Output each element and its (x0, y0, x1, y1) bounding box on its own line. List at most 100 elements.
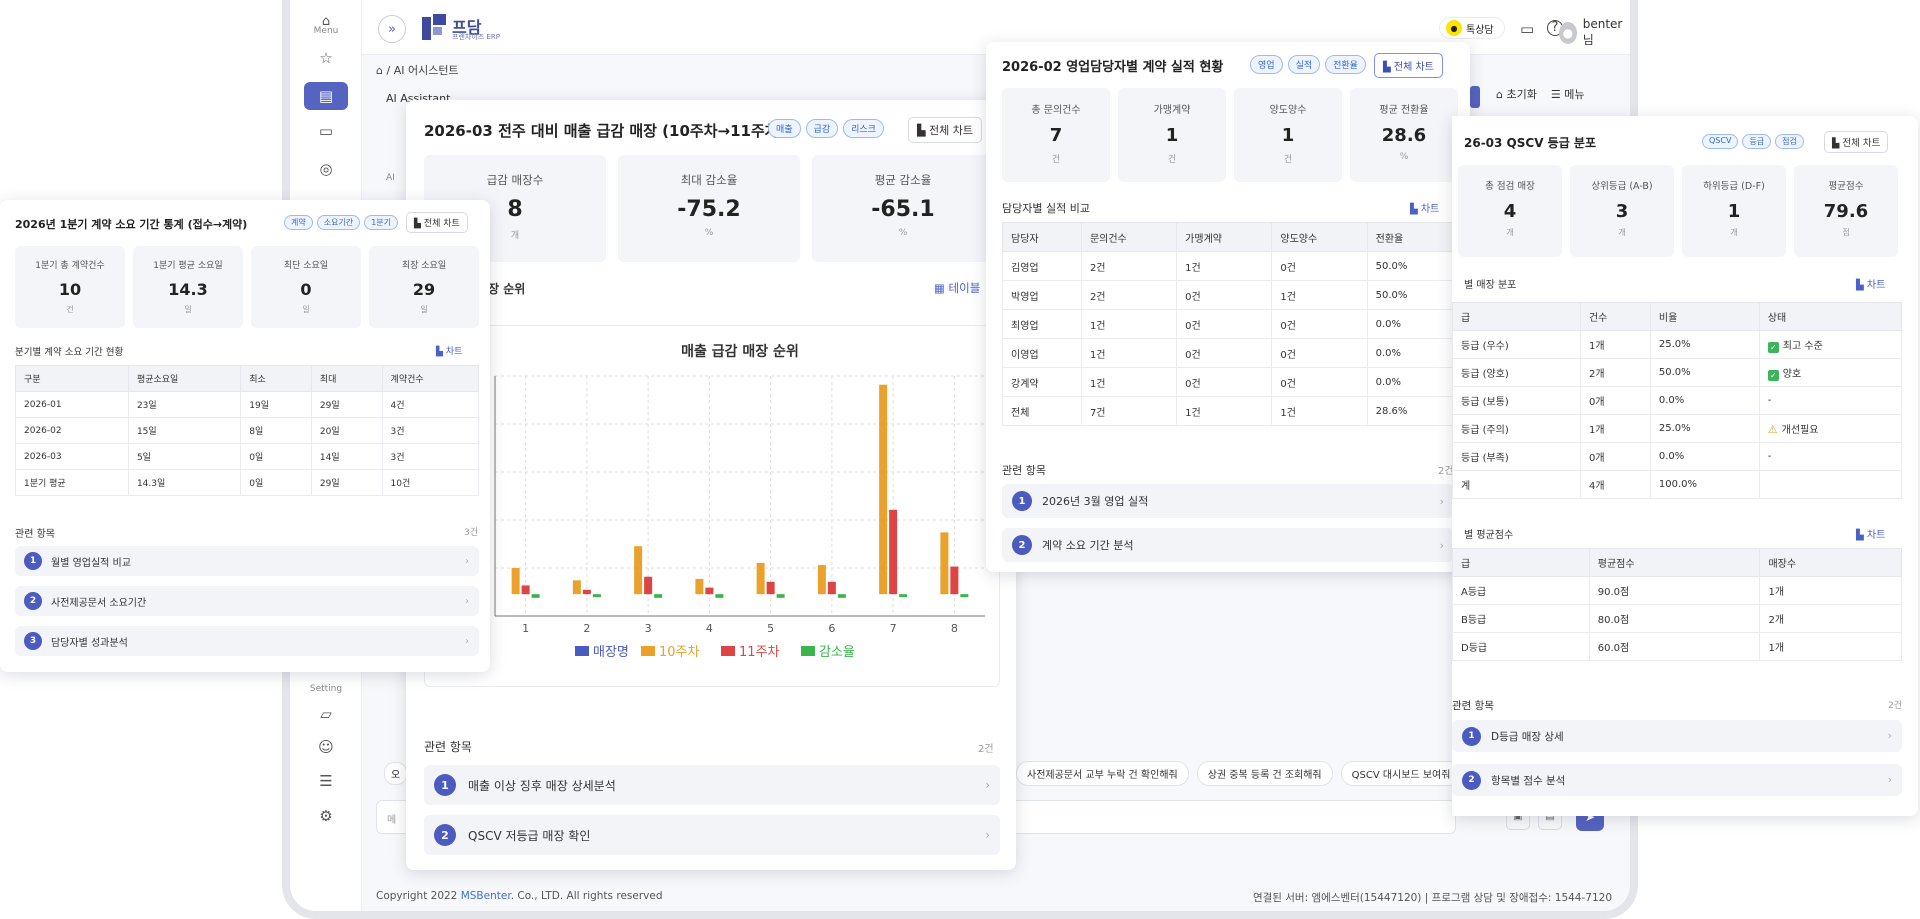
tag[interactable]: 영업 (1250, 55, 1283, 74)
item-number: 2 (434, 824, 456, 846)
related-item[interactable]: 2 항목별 점수 분석 › (1452, 764, 1902, 796)
related-item[interactable]: 1 2026년 3월 영업 실적 › (1002, 484, 1454, 518)
full-chart-button[interactable]: ▙ 전체 차트 (406, 212, 468, 233)
table-cell: 0건 (1271, 251, 1368, 281)
suggestion-chip[interactable]: 상권 중복 등록 건 조회해줘 (1196, 761, 1333, 786)
full-chart-button[interactable]: ▙ 전체 차트 (1374, 53, 1443, 78)
table-row: 1분기 평균 14.3일 0일 29일 10건 (15, 469, 480, 496)
related-item-label: 월별 영업실적 비교 (51, 557, 131, 569)
kpi-label: 1분기 총 계약건수 (35, 261, 105, 271)
bar (531, 594, 540, 598)
bar (634, 546, 643, 595)
chart-toggle-button[interactable]: ▙ 차트 (1856, 526, 1885, 541)
related-item[interactable]: 1 월별 영업실적 비교 › (15, 546, 479, 576)
chart-toggle-button[interactable]: ▙ 차트 (1410, 200, 1439, 215)
table-toggle-label: 테이블 (948, 281, 981, 295)
talk-consult-button[interactable]: ● 톡상담 (1439, 17, 1505, 39)
related-item[interactable]: 2 사전제공문서 소요기간 › (15, 586, 479, 616)
legend-swatch (575, 646, 589, 656)
kpi-label: 최단 소요일 (283, 261, 329, 271)
full-chart-button[interactable]: ▙ 전체 차트 (1824, 131, 1889, 153)
contract-period-card: 2026년 1분기 계약 소요 기간 통계 (접수→계약) 계약 소요기간 1분… (0, 200, 490, 672)
full-chart-button[interactable]: ▙ 전체 차트 (908, 117, 982, 143)
item-number: 1 (24, 552, 42, 570)
monitor-icon[interactable]: ▭ (304, 117, 348, 145)
tag[interactable]: 급감 (805, 119, 839, 138)
kpi-value: 4 (1503, 201, 1517, 222)
suggestion-chip[interactable]: 오 (384, 762, 408, 785)
bar (695, 578, 704, 595)
item-number: 2 (1462, 770, 1481, 790)
table-cell: 50.0% (1649, 358, 1760, 387)
expand-sidebar-button[interactable]: » (378, 15, 406, 43)
location-icon[interactable]: ◎ (304, 155, 348, 183)
tag[interactable]: 리스크 (843, 119, 884, 138)
column-header: 가맹계약 (1176, 222, 1273, 252)
kpi-card: 1분기 평균 소요일 14.3 일 (133, 246, 243, 328)
table-cell: 강계약 (1002, 367, 1082, 397)
kpi-card: 평균 감소율 -65.1% (812, 155, 994, 262)
tag[interactable]: 소요기간 (316, 215, 361, 230)
footer-brand[interactable]: MSBenter (461, 890, 511, 902)
tag[interactable]: 1분기 (364, 215, 398, 230)
bar (827, 581, 836, 595)
kpi-value: -75.2 (677, 197, 741, 222)
related-item[interactable]: 3 담당자별 성과분석 › (15, 626, 479, 656)
chart-toggle-button[interactable]: ▙ 차트 (436, 344, 462, 357)
related-item[interactable]: 1 매출 이상 징후 매장 상세분석 › (424, 765, 1000, 805)
table-cell: 2건 (1080, 280, 1178, 310)
monitor-icon[interactable]: ▭ (1520, 20, 1534, 38)
chart-toggle-button[interactable]: ▙ 차트 (1856, 276, 1885, 291)
table-cell: 1건 (1176, 251, 1273, 281)
tag[interactable]: 매출 (768, 119, 801, 138)
document-icon[interactable]: ▤ (304, 82, 348, 110)
star-icon[interactable]: ☆ (304, 44, 348, 72)
kpi-card: 최대 감소율 -75.2% (618, 155, 800, 262)
related-item-label: 담당자별 성과분석 (51, 637, 128, 649)
related-item[interactable]: 2 QSCV 저등급 매장 확인 › (424, 815, 1000, 855)
bar (654, 594, 663, 598)
home-icon[interactable]: ⌂ (376, 64, 383, 77)
tag[interactable]: 실적 (1287, 55, 1321, 74)
legend-swatch (641, 646, 655, 656)
item-number: 1 (1462, 726, 1481, 746)
column-header: 양도양수 (1271, 222, 1368, 252)
column-header: 비율 (1649, 302, 1760, 331)
kpi-card: 양도양수 1 건 (1234, 88, 1342, 182)
tag[interactable]: 전환율 (1325, 55, 1366, 74)
table-header-row: 구분 평균소요일 최소 최대 계약건수 (15, 365, 480, 392)
reset-button[interactable]: ⌂ 초기화 (1496, 86, 1537, 102)
footer-copyright: Copyright 2022 MSBenter. Co., LTD. All r… (376, 890, 663, 902)
table-cell: 1건 (1080, 367, 1178, 397)
kpi-value: 1 (1727, 201, 1741, 222)
kpi-label: 가맹계약 (1153, 105, 1191, 116)
table-toggle-button[interactable]: ▦ 테이블 (934, 280, 980, 296)
smile-icon[interactable]: ☺ (304, 733, 348, 761)
list-icon[interactable]: ☰ (304, 767, 348, 795)
menu-button[interactable]: ☰ 메뉴 (1551, 86, 1585, 102)
suggestion-chip[interactable]: QSCV 대시보드 보여줘 (1340, 761, 1462, 786)
gear-icon[interactable]: ⚙ (304, 802, 348, 830)
user-menu[interactable]: ●benter 님 ⌄ (1559, 17, 1630, 48)
kpi-card: 가맹계약 1 건 (1118, 88, 1226, 182)
kpi-row: 1분기 총 계약건수 10 건 1분기 평균 소요일 14.3 일 최단 소요일 0 일 최… (15, 246, 479, 328)
kpi-card: 총 점검 매장 4 개 (1458, 165, 1562, 257)
suggestion-chip[interactable]: 사전제공문서 교부 누락 건 확인해줘 (1016, 761, 1189, 786)
related-item[interactable]: 2 계약 소요 기간 분석 › (1002, 528, 1454, 562)
table-cell: 0.0% (1649, 442, 1760, 471)
tag[interactable]: 점검 (1775, 134, 1804, 149)
related-item-label: QSCV 저등급 매장 확인 (468, 828, 591, 843)
grade-score-table: 급 평균점수 매장수 A등급 90.0점 1개 B등급 80.0점 2개 D등급 60.0점 1개 (1452, 548, 1902, 661)
tag[interactable]: 등급 (1742, 134, 1772, 149)
table-row: A등급 90.0점 1개 (1452, 576, 1902, 605)
grade-distribution-table: 급 건수 비율 상태 등급 (우수) 1개 25.0% ✓ 최고 수준 등급 (양호) 2개 50.0… (1452, 302, 1903, 499)
full-chart-label: 전체 차트 (423, 219, 460, 229)
related-title: 관련 항목 (1452, 700, 1494, 712)
tag[interactable]: QSCV (1702, 134, 1739, 149)
logo-icon (422, 14, 446, 40)
tag[interactable]: 계약 (284, 215, 313, 230)
table-cell: 최영업 (1002, 309, 1082, 339)
card-title: 2026년 1분기 계약 소요 기간 통계 (접수→계약) (15, 218, 248, 231)
folder-icon[interactable]: ▱ (304, 700, 348, 728)
related-item[interactable]: 1 D등급 매장 상세 › (1452, 720, 1902, 752)
